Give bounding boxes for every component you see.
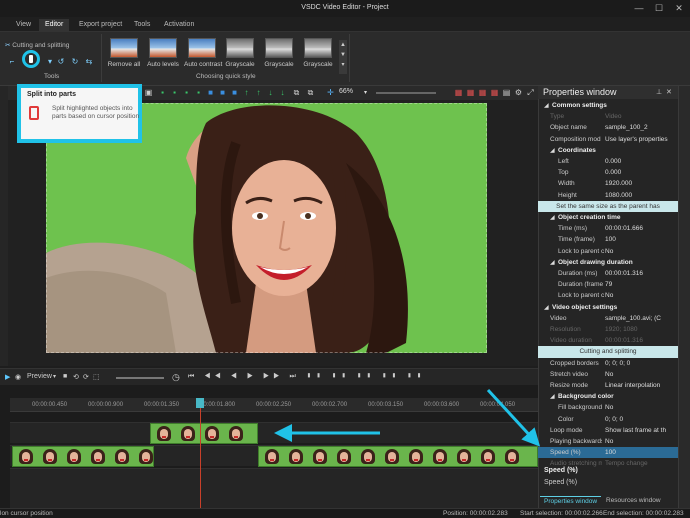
arrow-to-speed bbox=[486, 388, 541, 447]
annotation-arrows bbox=[274, 388, 541, 447]
